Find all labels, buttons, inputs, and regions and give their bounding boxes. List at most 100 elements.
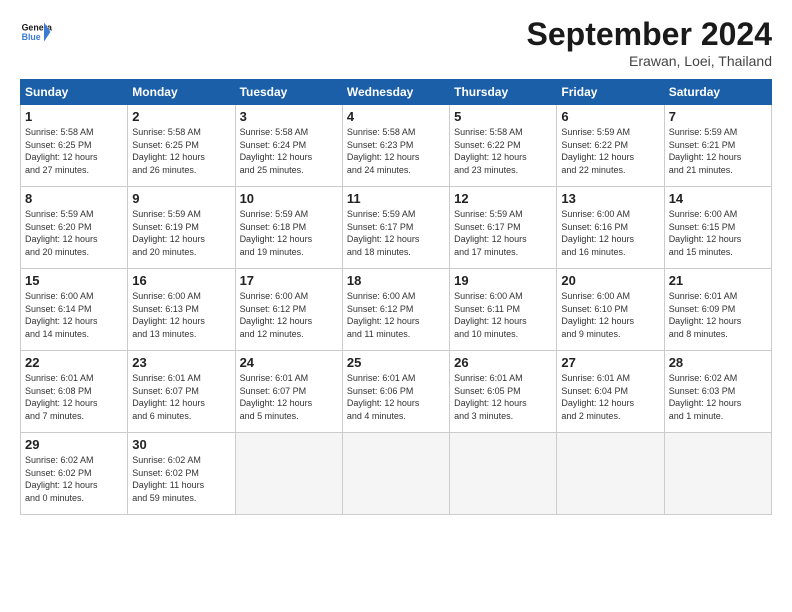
day-info: Sunrise: 6:01 AM Sunset: 6:07 PM Dayligh…	[240, 372, 338, 422]
day-info: Sunrise: 6:02 AM Sunset: 6:03 PM Dayligh…	[669, 372, 767, 422]
day-info: Sunrise: 5:58 AM Sunset: 6:25 PM Dayligh…	[25, 126, 123, 176]
calendar-row: 15 Sunrise: 6:00 AM Sunset: 6:14 PM Dayli…	[21, 269, 772, 351]
day-number: 25	[347, 355, 445, 370]
day-number: 26	[454, 355, 552, 370]
day-info: Sunrise: 6:00 AM Sunset: 6:15 PM Dayligh…	[669, 208, 767, 258]
col-saturday: Saturday	[664, 80, 771, 105]
table-row	[235, 433, 342, 515]
calendar-row: 1 Sunrise: 5:58 AM Sunset: 6:25 PM Daylig…	[21, 105, 772, 187]
calendar-table: Sunday Monday Tuesday Wednesday Thursday…	[20, 79, 772, 515]
title-block: September 2024 Erawan, Loei, Thailand	[527, 16, 772, 69]
day-info: Sunrise: 6:01 AM Sunset: 6:08 PM Dayligh…	[25, 372, 123, 422]
day-info: Sunrise: 5:58 AM Sunset: 6:22 PM Dayligh…	[454, 126, 552, 176]
table-row: 1 Sunrise: 5:58 AM Sunset: 6:25 PM Daylig…	[21, 105, 128, 187]
table-row: 4 Sunrise: 5:58 AM Sunset: 6:23 PM Daylig…	[342, 105, 449, 187]
table-row: 3Sunrise: 5:58 AM Sunset: 6:24 PM Daylig…	[235, 105, 342, 187]
day-info: Sunrise: 6:00 AM Sunset: 6:12 PM Dayligh…	[347, 290, 445, 340]
day-number: 14	[669, 191, 767, 206]
table-row	[664, 433, 771, 515]
day-number: 27	[561, 355, 659, 370]
svg-text:Blue: Blue	[22, 32, 41, 42]
day-info: Sunrise: 6:01 AM Sunset: 6:05 PM Dayligh…	[454, 372, 552, 422]
table-row: 20 Sunrise: 6:00 AM Sunset: 6:10 PM Dayli…	[557, 269, 664, 351]
day-info: Sunrise: 6:00 AM Sunset: 6:12 PM Dayligh…	[240, 290, 338, 340]
day-info: Sunrise: 5:58 AM Sunset: 6:24 PM Dayligh…	[240, 126, 338, 176]
table-row: 10Sunrise: 5:59 AM Sunset: 6:18 PM Dayli…	[235, 187, 342, 269]
day-number: 12	[454, 191, 552, 206]
day-info: Sunrise: 6:01 AM Sunset: 6:06 PM Dayligh…	[347, 372, 445, 422]
table-row: 22 Sunrise: 6:01 AM Sunset: 6:08 PM Dayli…	[21, 351, 128, 433]
table-row: 30 Sunrise: 6:02 AM Sunset: 6:02 PM Dayli…	[128, 433, 235, 515]
location: Erawan, Loei, Thailand	[527, 53, 772, 69]
day-number: 6	[561, 109, 659, 124]
day-info: Sunrise: 6:01 AM Sunset: 6:07 PM Dayligh…	[132, 372, 230, 422]
table-row: 19 Sunrise: 6:00 AM Sunset: 6:11 PM Dayli…	[450, 269, 557, 351]
day-number: 15	[25, 273, 123, 288]
day-number: 11	[347, 191, 445, 206]
day-info: Sunrise: 5:59 AM Sunset: 6:18 PM Dayligh…	[240, 208, 338, 258]
day-info: Sunrise: 5:58 AM Sunset: 6:25 PM Dayligh…	[132, 126, 230, 176]
month-title: September 2024	[527, 16, 772, 53]
col-tuesday: Tuesday	[235, 80, 342, 105]
day-number: 19	[454, 273, 552, 288]
table-row: 29 Sunrise: 6:02 AM Sunset: 6:02 PM Dayli…	[21, 433, 128, 515]
day-info: Sunrise: 5:58 AM Sunset: 6:23 PM Dayligh…	[347, 126, 445, 176]
day-number: 9	[132, 191, 230, 206]
table-row: 7 Sunrise: 5:59 AM Sunset: 6:21 PM Daylig…	[664, 105, 771, 187]
table-row: 9 Sunrise: 5:59 AM Sunset: 6:19 PM Daylig…	[128, 187, 235, 269]
table-row: 2 Sunrise: 5:58 AM Sunset: 6:25 PM Daylig…	[128, 105, 235, 187]
day-info: Sunrise: 5:59 AM Sunset: 6:20 PM Dayligh…	[25, 208, 123, 258]
header: General Blue September 2024 Erawan, Loei…	[20, 16, 772, 69]
day-info: Sunrise: 6:02 AM Sunset: 6:02 PM Dayligh…	[25, 454, 123, 504]
day-number: 7	[669, 109, 767, 124]
day-number: 24	[240, 355, 338, 370]
table-row: 14 Sunrise: 6:00 AM Sunset: 6:15 PM Dayli…	[664, 187, 771, 269]
day-info: Sunrise: 6:01 AM Sunset: 6:04 PM Dayligh…	[561, 372, 659, 422]
day-number: 28	[669, 355, 767, 370]
day-info: Sunrise: 6:00 AM Sunset: 6:10 PM Dayligh…	[561, 290, 659, 340]
table-row: 12Sunrise: 5:59 AM Sunset: 6:17 PM Dayli…	[450, 187, 557, 269]
day-info: Sunrise: 6:02 AM Sunset: 6:02 PM Dayligh…	[132, 454, 230, 504]
day-number: 1	[25, 109, 123, 124]
calendar-page: General Blue September 2024 Erawan, Loei…	[0, 0, 792, 612]
day-info: Sunrise: 5:59 AM Sunset: 6:19 PM Dayligh…	[132, 208, 230, 258]
day-number: 2	[132, 109, 230, 124]
day-info: Sunrise: 6:00 AM Sunset: 6:14 PM Dayligh…	[25, 290, 123, 340]
table-row: 23 Sunrise: 6:01 AM Sunset: 6:07 PM Dayli…	[128, 351, 235, 433]
table-row	[342, 433, 449, 515]
day-info: Sunrise: 6:00 AM Sunset: 6:16 PM Dayligh…	[561, 208, 659, 258]
table-row: 11 Sunrise: 5:59 AM Sunset: 6:17 PM Dayli…	[342, 187, 449, 269]
day-number: 20	[561, 273, 659, 288]
day-info: Sunrise: 5:59 AM Sunset: 6:22 PM Dayligh…	[561, 126, 659, 176]
day-number: 17	[240, 273, 338, 288]
table-row: 24 Sunrise: 6:01 AM Sunset: 6:07 PM Dayli…	[235, 351, 342, 433]
day-info: Sunrise: 5:59 AM Sunset: 6:21 PM Dayligh…	[669, 126, 767, 176]
day-info: Sunrise: 6:00 AM Sunset: 6:11 PM Dayligh…	[454, 290, 552, 340]
col-monday: Monday	[128, 80, 235, 105]
table-row: 28 Sunrise: 6:02 AM Sunset: 6:03 PM Dayli…	[664, 351, 771, 433]
col-wednesday: Wednesday	[342, 80, 449, 105]
table-row: 18 Sunrise: 6:00 AM Sunset: 6:12 PM Dayli…	[342, 269, 449, 351]
day-number: 30	[132, 437, 230, 452]
day-number: 23	[132, 355, 230, 370]
day-number: 4	[347, 109, 445, 124]
table-row: 15 Sunrise: 6:00 AM Sunset: 6:14 PM Dayli…	[21, 269, 128, 351]
calendar-row: 8 Sunrise: 5:59 AM Sunset: 6:20 PM Daylig…	[21, 187, 772, 269]
logo: General Blue	[20, 16, 52, 48]
day-number: 8	[25, 191, 123, 206]
table-row: 8 Sunrise: 5:59 AM Sunset: 6:20 PM Daylig…	[21, 187, 128, 269]
day-number: 18	[347, 273, 445, 288]
table-row: 27 Sunrise: 6:01 AM Sunset: 6:04 PM Dayli…	[557, 351, 664, 433]
day-info: Sunrise: 6:00 AM Sunset: 6:13 PM Dayligh…	[132, 290, 230, 340]
header-row: Sunday Monday Tuesday Wednesday Thursday…	[21, 80, 772, 105]
table-row	[557, 433, 664, 515]
col-thursday: Thursday	[450, 80, 557, 105]
day-number: 29	[25, 437, 123, 452]
table-row: 13 Sunrise: 6:00 AM Sunset: 6:16 PM Dayli…	[557, 187, 664, 269]
day-info: Sunrise: 5:59 AM Sunset: 6:17 PM Dayligh…	[347, 208, 445, 258]
day-number: 13	[561, 191, 659, 206]
day-number: 22	[25, 355, 123, 370]
col-sunday: Sunday	[21, 80, 128, 105]
table-row: 25 Sunrise: 6:01 AM Sunset: 6:06 PM Dayli…	[342, 351, 449, 433]
table-row: 26 Sunrise: 6:01 AM Sunset: 6:05 PM Dayli…	[450, 351, 557, 433]
